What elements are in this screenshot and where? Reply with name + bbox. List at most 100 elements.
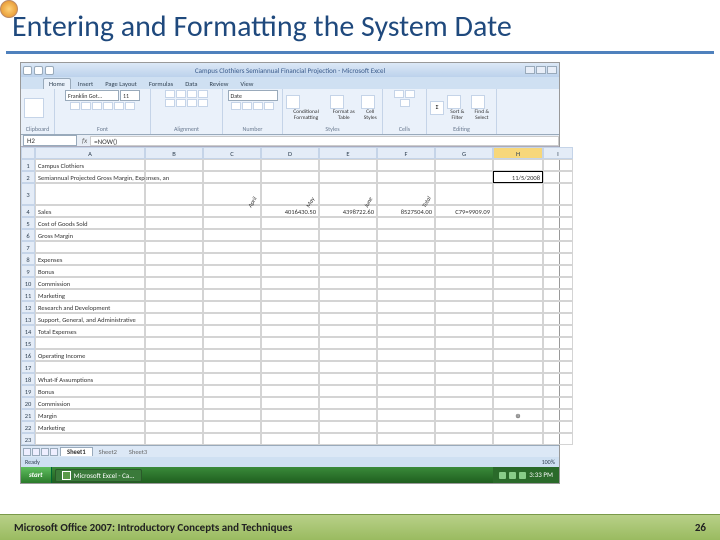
row-header[interactable]: 3 bbox=[21, 183, 35, 205]
row-header[interactable]: 16 bbox=[21, 349, 35, 361]
autosum-icon[interactable]: Σ bbox=[430, 101, 444, 115]
col-header[interactable]: D bbox=[261, 147, 319, 159]
zoom-level[interactable]: 100% bbox=[542, 457, 555, 467]
col-header[interactable]: E bbox=[319, 147, 377, 159]
maximize-icon[interactable] bbox=[536, 66, 546, 74]
row-header[interactable]: 4 bbox=[21, 205, 35, 217]
start-button[interactable]: start bbox=[21, 467, 52, 483]
tab-home[interactable]: Home bbox=[43, 78, 71, 89]
formula-bar[interactable]: =NOW() bbox=[90, 136, 559, 146]
cell[interactable]: C79=9909.09 bbox=[435, 205, 493, 217]
row-header[interactable]: 5 bbox=[21, 217, 35, 229]
tab-data[interactable]: Data bbox=[180, 79, 202, 89]
row-header[interactable]: 13 bbox=[21, 313, 35, 325]
bold-icon[interactable] bbox=[70, 102, 80, 110]
row-header[interactable]: 6 bbox=[21, 229, 35, 241]
format-cell-icon[interactable] bbox=[400, 99, 410, 107]
sheet-tab-active[interactable]: Sheet1 bbox=[60, 447, 93, 456]
cond-format-icon[interactable] bbox=[286, 95, 300, 109]
currency-icon[interactable] bbox=[231, 102, 241, 110]
find-select-icon[interactable] bbox=[471, 95, 485, 109]
cell-selected[interactable]: 11/5/2008 bbox=[493, 171, 543, 183]
row-header[interactable]: 15 bbox=[21, 337, 35, 349]
col-header[interactable]: A bbox=[35, 147, 145, 159]
close-icon[interactable] bbox=[547, 66, 557, 74]
row-header[interactable]: 18 bbox=[21, 373, 35, 385]
row-header[interactable]: 23 bbox=[21, 433, 35, 445]
paste-icon[interactable] bbox=[24, 98, 44, 118]
tab-formulas[interactable]: Formulas bbox=[144, 79, 178, 89]
row-header[interactable]: 8 bbox=[21, 253, 35, 265]
tab-nav-last-icon[interactable] bbox=[50, 448, 58, 456]
cell[interactable]: Campus Clothiers bbox=[35, 159, 145, 171]
cell[interactable]: Bonus bbox=[35, 265, 145, 277]
col-header[interactable]: G bbox=[435, 147, 493, 159]
row-header[interactable]: 12 bbox=[21, 301, 35, 313]
row-header[interactable]: 1 bbox=[21, 159, 35, 171]
row-header[interactable]: 11 bbox=[21, 289, 35, 301]
taskbar-app-button[interactable]: Microsoft Excel - Ca... bbox=[55, 469, 142, 482]
row-header[interactable]: 7 bbox=[21, 241, 35, 253]
tray-icon[interactable] bbox=[499, 472, 506, 479]
row-header[interactable]: 17 bbox=[21, 361, 35, 373]
row-header[interactable]: 10 bbox=[21, 277, 35, 289]
qat-redo-icon[interactable] bbox=[45, 66, 54, 75]
tab-page-layout[interactable]: Page Layout bbox=[100, 79, 142, 89]
cell[interactable]: Sales bbox=[35, 205, 145, 217]
align-mid-icon[interactable] bbox=[176, 90, 186, 98]
orientation-icon[interactable] bbox=[198, 90, 208, 98]
sort-filter-icon[interactable] bbox=[447, 95, 461, 109]
font-name-combo[interactable]: Franklin Got... bbox=[65, 90, 119, 101]
row-header[interactable]: 9 bbox=[21, 265, 35, 277]
office-button[interactable] bbox=[0, 0, 18, 18]
percent-icon[interactable] bbox=[242, 102, 252, 110]
tray-icon[interactable] bbox=[509, 472, 516, 479]
row-header[interactable]: 21 bbox=[21, 409, 35, 421]
cell[interactable]: Expenses bbox=[35, 253, 145, 265]
cell[interactable]: Marketing bbox=[35, 421, 145, 433]
delete-cell-icon[interactable] bbox=[405, 90, 415, 98]
cell[interactable]: Marketing bbox=[35, 289, 145, 301]
cell-styles-icon[interactable] bbox=[361, 95, 375, 109]
tab-view[interactable]: View bbox=[235, 79, 258, 89]
qat-undo-icon[interactable] bbox=[34, 66, 43, 75]
align-bot-icon[interactable] bbox=[187, 90, 197, 98]
format-table-icon[interactable] bbox=[330, 95, 344, 109]
select-all-corner[interactable] bbox=[21, 147, 35, 159]
minimize-icon[interactable] bbox=[525, 66, 535, 74]
cell[interactable]: Support, General, and Administrative bbox=[35, 313, 145, 325]
cell[interactable]: Total Expenses bbox=[35, 325, 145, 337]
insert-cell-icon[interactable] bbox=[394, 90, 404, 98]
row-header[interactable]: 20 bbox=[21, 397, 35, 409]
qat-save-icon[interactable] bbox=[23, 66, 32, 75]
cell[interactable]: Cost of Goods Sold bbox=[35, 217, 145, 229]
align-top-icon[interactable] bbox=[165, 90, 175, 98]
border-icon[interactable] bbox=[103, 102, 113, 110]
cell[interactable]: Operating Income bbox=[35, 349, 145, 361]
align-center-icon[interactable] bbox=[176, 99, 186, 107]
row-header[interactable]: 14 bbox=[21, 325, 35, 337]
fill-color-icon[interactable] bbox=[114, 102, 124, 110]
cell[interactable]: Bonus bbox=[35, 385, 145, 397]
col-header[interactable]: I bbox=[543, 147, 573, 159]
cell[interactable]: Gross Margin bbox=[35, 229, 145, 241]
indent-icon[interactable] bbox=[198, 99, 208, 107]
col-header[interactable]: H bbox=[493, 147, 543, 159]
tab-nav-prev-icon[interactable] bbox=[32, 448, 40, 456]
cell[interactable]: Research and Development bbox=[35, 301, 145, 313]
row-header[interactable]: 19 bbox=[21, 385, 35, 397]
underline-icon[interactable] bbox=[92, 102, 102, 110]
tab-review[interactable]: Review bbox=[204, 79, 233, 89]
comma-icon[interactable] bbox=[253, 102, 263, 110]
tray-icon[interactable] bbox=[519, 472, 526, 479]
col-header[interactable]: F bbox=[377, 147, 435, 159]
col-header[interactable]: B bbox=[145, 147, 203, 159]
italic-icon[interactable] bbox=[81, 102, 91, 110]
align-left-icon[interactable] bbox=[165, 99, 175, 107]
cell[interactable]: Margin bbox=[35, 409, 145, 421]
name-box[interactable]: H2 bbox=[23, 135, 77, 146]
font-size-combo[interactable]: 11 bbox=[120, 90, 140, 101]
cell[interactable]: Semiannual Projected Gross Margin, Expen… bbox=[35, 171, 145, 183]
cell[interactable]: Commission bbox=[35, 277, 145, 289]
fx-icon[interactable]: fx bbox=[82, 136, 87, 145]
